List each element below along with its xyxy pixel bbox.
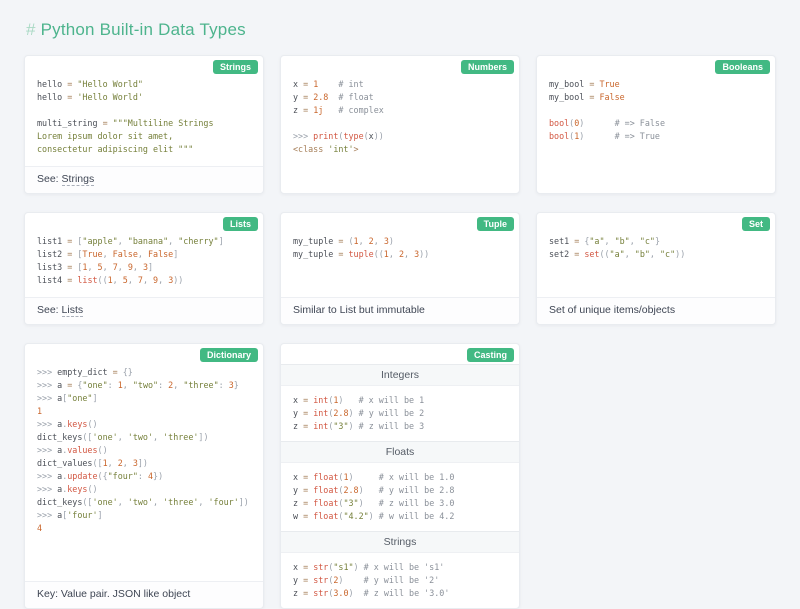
- code-line: list4 = list((1, 5, 7, 9, 3)): [37, 274, 251, 287]
- code-line: my_bool = True: [549, 78, 763, 91]
- code-line: y = 2.8 # float: [293, 91, 507, 104]
- code-line: w = float("4.2") # w will be 4.2: [293, 510, 507, 523]
- code-block: set1 = {"a", "b", "c"}set2 = set(("a", "…: [537, 213, 775, 271]
- code-line: x = 1 # int: [293, 78, 507, 91]
- code-line: multi_string = """Multiline Strings: [37, 117, 251, 130]
- card-strings: Strings hello = "Hello World"hello = 'Hel…: [24, 55, 264, 194]
- card-badge-strings: Strings: [213, 60, 258, 74]
- code-line: x = str("s1") # x will be 's1': [293, 561, 507, 574]
- code-line: dict_keys(['one', 'two', 'three', 'four'…: [37, 496, 251, 509]
- code-line: list1 = ["apple", "banana", "cherry"]: [37, 235, 251, 248]
- code-line: >>> a.values(): [37, 444, 251, 457]
- section-header-floats: Floats: [281, 441, 519, 463]
- card-footer-set: Set of unique items/objects: [537, 297, 775, 324]
- card-footer-tuple: Similar to List but immutable: [281, 297, 519, 324]
- card-badge-casting: Casting: [467, 348, 514, 362]
- code-line: my_tuple = (1, 2, 3): [293, 235, 507, 248]
- code-line: dict_values([1, 2, 3]): [37, 457, 251, 470]
- code-line: set2 = set(("a", "b", "c")): [549, 248, 763, 261]
- card-badge-set: Set: [742, 217, 770, 231]
- code-line: >>> a['four']: [37, 509, 251, 522]
- page-title-hash: #: [26, 20, 41, 39]
- code-line: [549, 104, 763, 117]
- code-line: >>> a.keys(): [37, 418, 251, 431]
- card-badge-tuple: Tuple: [477, 217, 514, 231]
- card-badge-dictionary: Dictionary: [200, 348, 258, 362]
- code-line: >>> empty_dict = {}: [37, 366, 251, 379]
- code-line: my_bool = False: [549, 91, 763, 104]
- page-title-text: Python Built-in Data Types: [41, 20, 246, 39]
- code-line: >>> a["one"]: [37, 392, 251, 405]
- code-line: [37, 104, 251, 117]
- code-line: >>> print(type(x)): [293, 130, 507, 143]
- section-header-strings: Strings: [281, 531, 519, 553]
- card-dictionary: Dictionary>>> empty_dict = {}>>> a = {"o…: [24, 343, 264, 609]
- code-line: bool(1) # => True: [549, 130, 763, 143]
- code-line: hello = 'Hello World': [37, 91, 251, 104]
- code-line: bool(0) # => False: [549, 117, 763, 130]
- code-line: 1: [37, 405, 251, 418]
- card-row-3: Dictionary>>> empty_dict = {}>>> a = {"o…: [24, 343, 776, 609]
- code-line: my_tuple = tuple((1, 2, 3)): [293, 248, 507, 261]
- card-row-2: Lists list1 = ["apple", "banana", "cherry…: [24, 212, 776, 325]
- code-line: y = int(2.8) # y will be 2: [293, 407, 507, 420]
- code-line: >>> a.keys(): [37, 483, 251, 496]
- code-line: 4: [37, 522, 251, 535]
- code-block: >>> empty_dict = {}>>> a = {"one": 1, "t…: [25, 344, 263, 545]
- card-badge-booleans: Booleans: [715, 60, 770, 74]
- code-line: consectetur adipiscing elit """: [37, 143, 251, 156]
- code-line: hello = "Hello World": [37, 78, 251, 91]
- footer-link-strings[interactable]: Strings: [62, 173, 95, 186]
- footer-text: See:: [37, 173, 62, 185]
- page-title: # Python Built-in Data Types: [24, 20, 776, 40]
- code-line: z = float("3") # z will be 3.0: [293, 497, 507, 510]
- code-line: y = str(2) # y will be '2': [293, 574, 507, 587]
- code-line: >>> a = {"one": 1, "two": 2, "three": 3}: [37, 379, 251, 392]
- card-tuple: Tuple my_tuple = (1, 2, 3)my_tuple = tupl…: [280, 212, 520, 325]
- page: # Python Built-in Data Types Strings hell…: [24, 20, 776, 609]
- card-badge-lists: Lists: [223, 217, 258, 231]
- card-badge-numbers: Numbers: [461, 60, 514, 74]
- code-line: <class 'int'>: [293, 143, 507, 156]
- code-line: x = int(1) # x will be 1: [293, 394, 507, 407]
- section-header-integers: Integers: [281, 364, 519, 386]
- card-casting: CastingIntegersx = int(1) # x will be 1y…: [280, 343, 520, 609]
- card-footer-lists: See: Lists: [25, 297, 263, 324]
- code-line: Lorem ipsum dolor sit amet,: [37, 130, 251, 143]
- code-block: x = float(1) # x will be 1.0y = float(2.…: [281, 463, 519, 531]
- card-booleans: Booleans my_bool = Truemy_bool = False bo…: [536, 55, 776, 194]
- footer-link-lists[interactable]: Lists: [62, 304, 84, 317]
- code-line: dict_keys(['one', 'two', 'three']): [37, 431, 251, 444]
- card-lists: Lists list1 = ["apple", "banana", "cherry…: [24, 212, 264, 325]
- card-footer-strings: See: Strings: [25, 166, 263, 193]
- card-numbers: Numbers x = 1 # inty = 2.8 # floatz = 1j …: [280, 55, 520, 194]
- code-line: list3 = [1, 5, 7, 9, 3]: [37, 261, 251, 274]
- code-line: [293, 117, 507, 130]
- code-line: z = 1j # complex: [293, 104, 507, 117]
- card-footer-dictionary: Key: Value pair. JSON like object: [25, 581, 263, 608]
- code-line: >>> a.update({"four": 4}): [37, 470, 251, 483]
- card-row-1: Strings hello = "Hello World"hello = 'Hel…: [24, 55, 776, 194]
- code-line: set1 = {"a", "b", "c"}: [549, 235, 763, 248]
- code-line: list2 = [True, False, False]: [37, 248, 251, 261]
- code-block: x = int(1) # x will be 1y = int(2.8) # y…: [281, 386, 519, 441]
- code-line: x = float(1) # x will be 1.0: [293, 471, 507, 484]
- code-line: z = str(3.0) # z will be '3.0': [293, 587, 507, 600]
- code-line: y = float(2.8) # y will be 2.8: [293, 484, 507, 497]
- card-set: Setset1 = {"a", "b", "c"}set2 = set(("a"…: [536, 212, 776, 325]
- footer-text: See:: [37, 304, 62, 316]
- code-line: z = int("3") # z will be 3: [293, 420, 507, 433]
